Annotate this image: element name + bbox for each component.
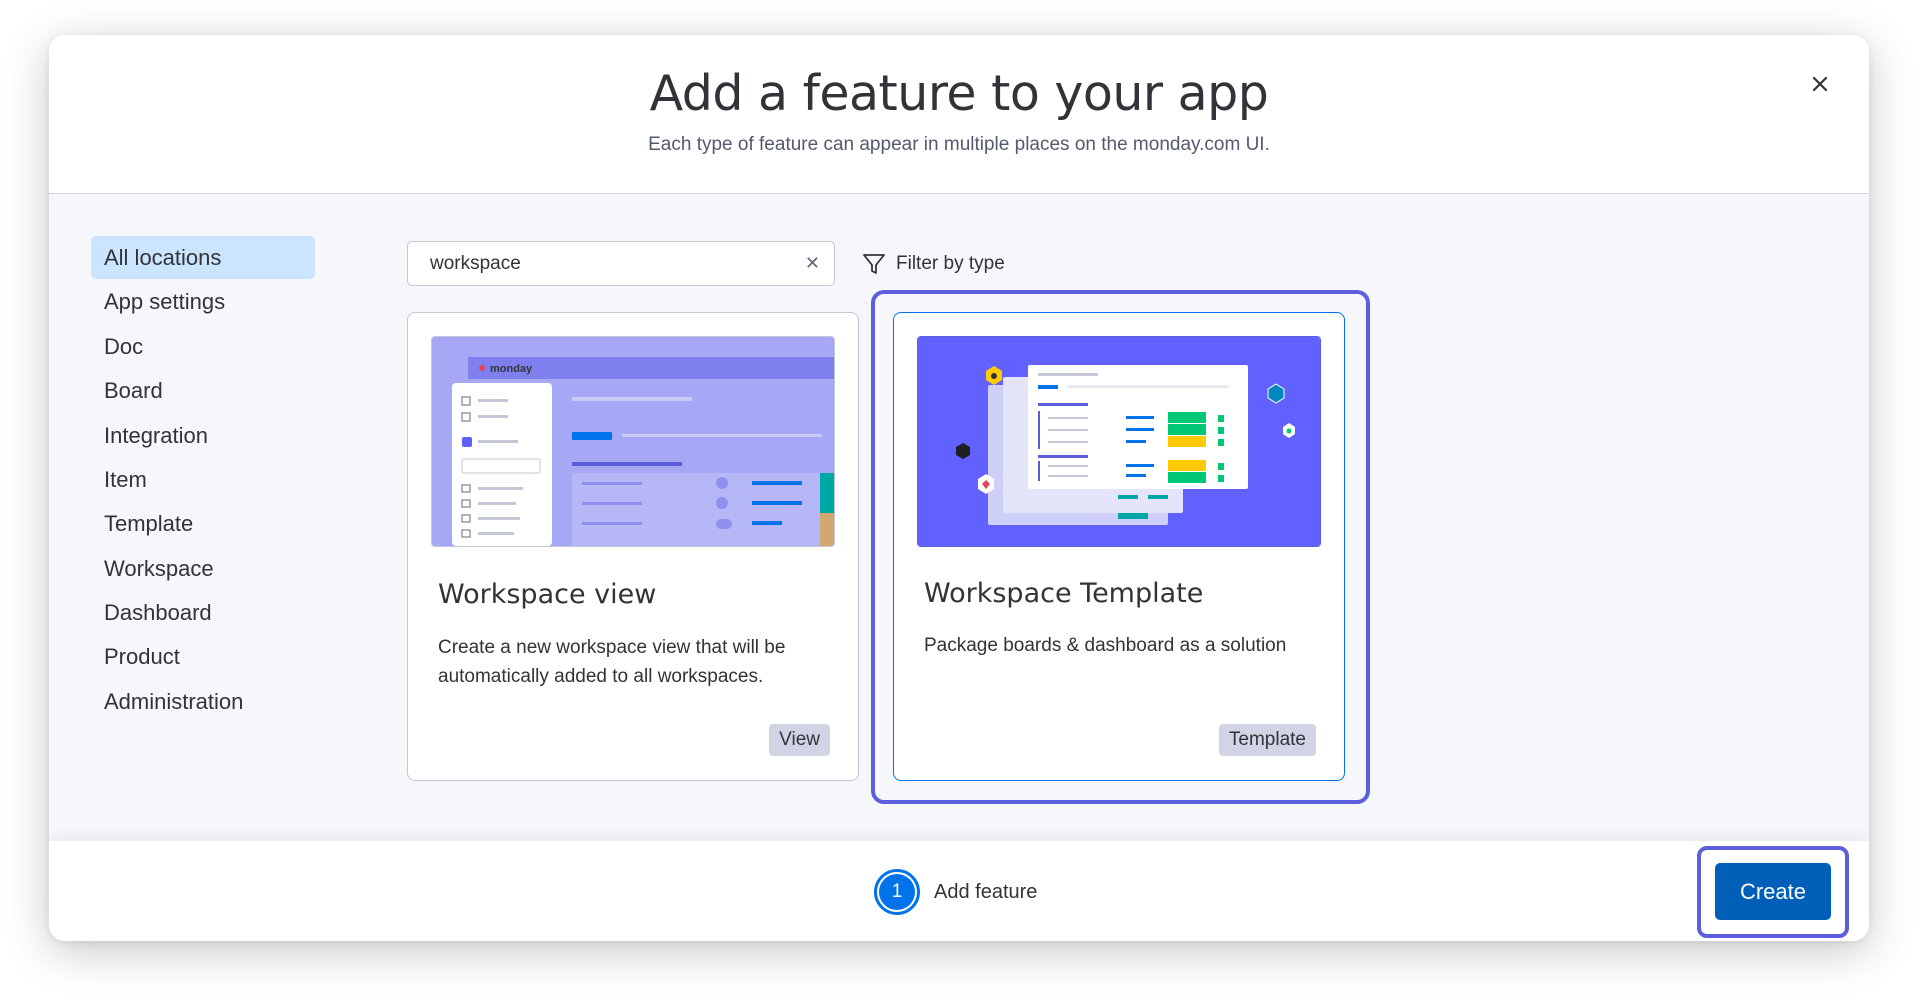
sidebar-item-template[interactable]: Template	[91, 502, 315, 545]
modal-footer: 1 Add feature Create	[49, 841, 1869, 941]
search-input-value: workspace	[430, 253, 521, 274]
feature-card-workspace-template[interactable]: Workspace Template Package boards & dash…	[893, 312, 1345, 781]
filter-label: Filter by type	[896, 252, 1005, 274]
card-type-tag: Template	[1218, 724, 1316, 756]
sidebar-item-board[interactable]: Board	[91, 369, 315, 412]
filter-by-type-button[interactable]: Filter by type	[862, 241, 1005, 286]
card-type-tag: View	[769, 724, 830, 756]
workspace-view-illustration: monday	[432, 337, 834, 546]
card-description: Package boards & dashboard as a solution	[924, 635, 1287, 656]
filter-icon	[863, 253, 885, 274]
search-input[interactable]: workspace ✕	[407, 241, 835, 286]
card-title: Workspace view	[438, 579, 657, 610]
step-indicator: 1	[874, 869, 920, 915]
modal-subtitle: Each type of feature can appear in multi…	[648, 134, 1270, 155]
sidebar-item-doc[interactable]: Doc	[91, 325, 315, 368]
card-description: Create a new workspace view that will be…	[438, 637, 786, 687]
sidebar-item-workspace[interactable]: Workspace	[91, 547, 315, 590]
sidebar-item-dashboard[interactable]: Dashboard	[91, 591, 315, 634]
sidebar-item-administration[interactable]: Administration	[91, 680, 315, 723]
create-button[interactable]: Create	[1715, 863, 1831, 920]
close-icon	[1812, 76, 1828, 92]
close-button[interactable]	[1805, 69, 1835, 99]
sidebar-item-product[interactable]: Product	[91, 635, 315, 678]
sidebar-item-integration[interactable]: Integration	[91, 414, 315, 457]
step-add-feature[interactable]: 1 Add feature	[874, 869, 1037, 915]
sidebar-item-item[interactable]: Item	[91, 458, 315, 501]
card-title: Workspace Template	[924, 578, 1204, 609]
locations-sidebar: All locations App settings Doc Board Int…	[49, 194, 361, 841]
modal-title: Add a feature to your app	[649, 65, 1269, 122]
sidebar-item-app-settings[interactable]: App settings	[91, 280, 315, 323]
modal-header: Add a feature to your app Each type of f…	[49, 35, 1869, 194]
add-feature-modal: Add a feature to your app Each type of f…	[49, 35, 1869, 941]
feature-list-area: workspace ✕ Filter by type monday Worksp…	[361, 194, 1869, 841]
sidebar-item-all-locations[interactable]: All locations	[91, 236, 315, 279]
feature-card-workspace-view[interactable]: monday Workspace view Create a new works…	[407, 312, 859, 781]
step-number: 1	[879, 874, 915, 910]
clear-icon[interactable]: ✕	[805, 242, 820, 285]
monday-logo: monday	[490, 363, 533, 375]
workspace-template-illustration	[918, 337, 1320, 546]
workspace-view-thumbnail: monday	[431, 336, 835, 547]
workspace-template-thumbnail	[917, 336, 1321, 547]
step-label: Add feature	[934, 880, 1038, 903]
